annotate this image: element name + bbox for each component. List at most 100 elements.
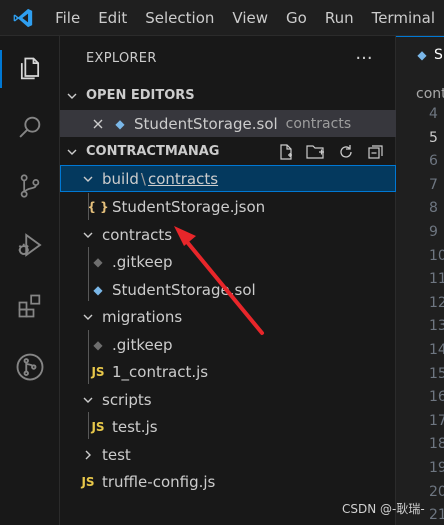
explorer-icon[interactable] [0, 44, 60, 94]
tree-item-label: scripts [102, 390, 152, 409]
tree-item-label: StudentStorage.json [112, 197, 266, 216]
git-icon: ◆ [93, 337, 103, 352]
open-editor-item[interactable]: ◆ StudentStorage.sol contracts [60, 110, 396, 137]
tree-folder-build[interactable]: build \ contracts [60, 165, 396, 192]
tree-file[interactable]: JS test.js [60, 413, 396, 440]
watermark: CSDN @-耿瑞- [342, 502, 425, 516]
tree-folder-contracts[interactable]: contracts [60, 221, 396, 248]
line-number: 16 [429, 389, 444, 405]
line-number: 12 [429, 295, 444, 311]
project-label: CONTRACTMANAG [86, 144, 220, 159]
indent-guide [88, 330, 89, 384]
line-number: 5 [429, 130, 438, 146]
tree-file[interactable]: { } StudentStorage.json [60, 193, 396, 220]
path-separator: \ [140, 169, 146, 188]
line-number: 19 [429, 460, 444, 476]
editor-tab[interactable]: ◆ S [396, 36, 444, 72]
menu-item-go[interactable]: Go [277, 0, 316, 36]
collapse-all-icon[interactable] [364, 141, 388, 163]
project-section[interactable]: CONTRACTMANAG [60, 138, 396, 165]
menu-item-file[interactable]: File [46, 0, 89, 36]
explorer-header: EXPLORER ··· [60, 36, 396, 82]
line-number: 7 [429, 177, 438, 193]
close-icon[interactable] [90, 116, 106, 132]
folder-build-label: build [102, 169, 139, 188]
open-editors-section[interactable]: OPEN EDITORS [60, 82, 396, 109]
line-number: 11 [429, 271, 444, 287]
tree-item-label: .gitkeep [112, 252, 173, 271]
refresh-icon[interactable] [334, 141, 358, 163]
editor-breadcrumb[interactable]: contr [416, 86, 444, 102]
editor-area: ◆ S contr 4 5 6 7 8 9 10 11 12 13 14 15 16 17 18 19 20 21 [396, 36, 444, 525]
line-number: 21 [429, 507, 444, 523]
tree-file[interactable]: JS 1_contract.js [60, 358, 396, 385]
git-icon: ◆ [93, 254, 103, 269]
tree-item-label: 1_contract.js [112, 362, 209, 381]
line-number: 10 [429, 248, 444, 264]
tree-item-label: migrations [102, 307, 183, 326]
js-icon: JS [91, 419, 105, 434]
menu-item-view[interactable]: View [223, 0, 277, 36]
menu-item-selection[interactable]: Selection [136, 0, 223, 36]
chevron-down-icon [80, 171, 96, 187]
run-debug-icon[interactable] [0, 220, 60, 270]
line-number: 6 [429, 153, 438, 169]
tree-folder-migrations[interactable]: migrations [60, 303, 396, 330]
chevron-down-icon [64, 144, 80, 160]
line-number: 14 [429, 342, 444, 358]
extensions-icon[interactable] [0, 281, 60, 331]
chevron-down-icon [80, 309, 96, 325]
solidity-icon: ◆ [417, 47, 427, 62]
js-icon: JS [81, 474, 95, 489]
solidity-icon: ◆ [115, 116, 125, 131]
line-number: 18 [429, 436, 444, 452]
chevron-right-icon [80, 447, 96, 463]
chevron-down-icon [80, 227, 96, 243]
tree-item-label: truffle-config.js [102, 472, 216, 491]
tree-item-label: test [102, 445, 131, 464]
tree-file[interactable]: JS truffle-config.js [60, 468, 396, 495]
menu-item-terminal[interactable]: Terminal [363, 0, 444, 36]
editor-tab-label: S [434, 46, 443, 63]
line-number: 15 [429, 366, 444, 382]
line-number: 8 [429, 200, 438, 216]
new-folder-icon[interactable] [304, 141, 328, 163]
explorer-sidebar: EXPLORER ··· OPEN EDITORS ◆ StudentStora… [60, 36, 396, 525]
tree-item-label: .gitkeep [112, 335, 173, 354]
indent-guide [88, 247, 89, 301]
tree-item-label: test.js [112, 417, 158, 436]
title-bar: File Edit Selection View Go Run Terminal [0, 0, 444, 36]
section-actions [274, 141, 388, 163]
open-editors-label: OPEN EDITORS [86, 88, 195, 103]
search-icon[interactable] [0, 102, 60, 152]
indent-guide [88, 412, 89, 439]
tree-item-label: StudentStorage.sol [112, 280, 256, 299]
explorer-title: EXPLORER [86, 51, 157, 66]
folder-build-sub-label: contracts [147, 169, 219, 188]
solidity-icon: ◆ [93, 282, 103, 297]
vscode-logo-icon [0, 0, 46, 36]
indent-guide [88, 193, 89, 220]
tree-folder-test[interactable]: test [60, 441, 396, 468]
more-actions-icon[interactable]: ··· [352, 48, 376, 69]
tree-file[interactable]: ◆ .gitkeep [60, 331, 396, 358]
menu-item-run[interactable]: Run [316, 0, 363, 36]
tree-item-label: contracts [102, 225, 173, 244]
line-number: 20 [429, 484, 444, 500]
remote-icon[interactable] [0, 342, 60, 392]
source-control-icon[interactable] [0, 161, 60, 211]
chevron-down-icon [64, 88, 80, 104]
tree-file[interactable]: ◆ StudentStorage.sol [60, 276, 396, 303]
json-icon: { } [87, 199, 109, 214]
new-file-icon[interactable] [274, 141, 298, 163]
activity-bar [0, 36, 60, 525]
open-editor-filename: StudentStorage.sol [134, 114, 278, 133]
line-number: 4 [429, 106, 438, 122]
line-number: 13 [429, 318, 444, 334]
menu-item-edit[interactable]: Edit [89, 0, 136, 36]
tree-folder-scripts[interactable]: scripts [60, 386, 396, 413]
tree-file[interactable]: ◆ .gitkeep [60, 248, 396, 275]
line-number: 17 [429, 413, 444, 429]
open-editor-description: contracts [285, 115, 352, 132]
menu-bar: File Edit Selection View Go Run Terminal [46, 0, 444, 36]
